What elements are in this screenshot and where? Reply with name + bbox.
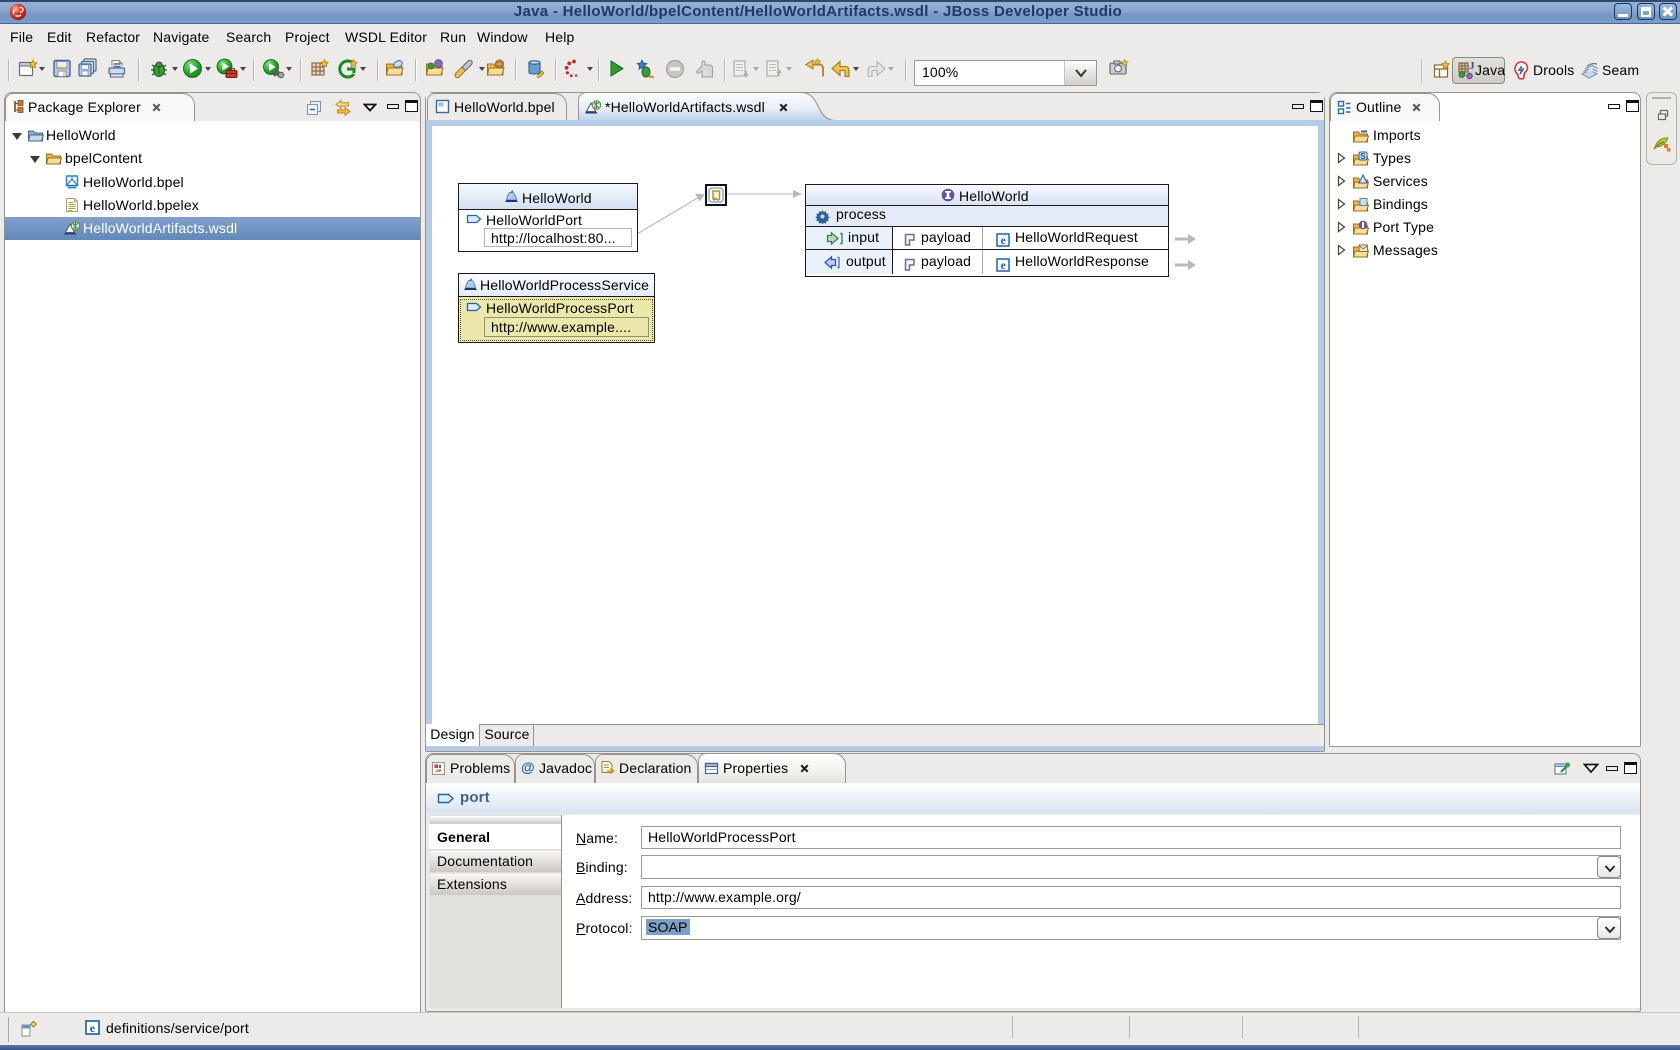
- svg-text:e: e: [1001, 235, 1006, 247]
- svg-text:e: e: [1001, 260, 1006, 272]
- svg-text:e: e: [90, 1021, 96, 1035]
- svg-text:S: S: [1360, 152, 1366, 161]
